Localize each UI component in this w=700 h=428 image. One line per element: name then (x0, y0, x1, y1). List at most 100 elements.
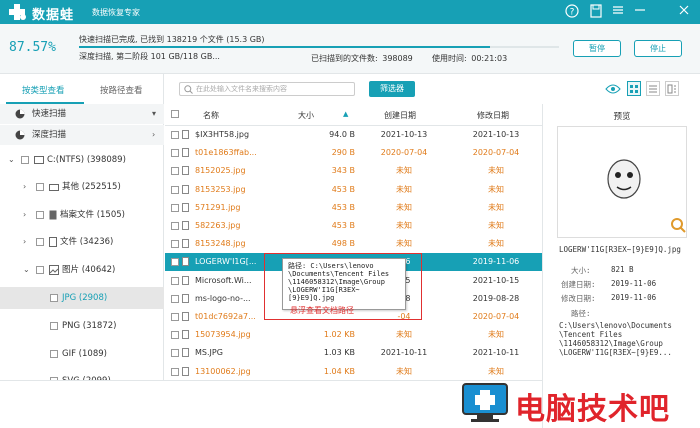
quick-scan-status: 快速扫描已完成, 已找到 138219 个文件 (15.3 GB) (79, 35, 265, 44)
chevron-down-icon[interactable]: ⌄ (8, 150, 15, 170)
table-row[interactable]: 8153248.jpg 498 B 未知 未知 (165, 235, 542, 253)
eye-icon[interactable] (605, 83, 621, 95)
image-file-icon (182, 366, 189, 376)
checkbox[interactable] (171, 331, 179, 340)
search-input[interactable]: 在此处输入文件名来搜索内容 (179, 82, 355, 96)
tree-item-label: C:(NTFS) (398089) (47, 155, 126, 165)
file-size: 453 B (331, 221, 355, 230)
table-row[interactable]: t01e1863ffab... 290 B 2020-07-04 2020-07-04 (165, 144, 542, 162)
col-size[interactable]: 大小 (298, 110, 314, 121)
path-tooltip: 路径: C:\Users\lenovo \Documents\Tencent F… (282, 258, 406, 310)
checkbox[interactable] (171, 349, 179, 358)
app-name: 数据蛙 (32, 8, 75, 23)
table-row[interactable]: 582263.jpg 453 B 未知 未知 (165, 217, 542, 235)
checkbox[interactable] (171, 313, 179, 321)
col-created[interactable]: 创建日期 (384, 110, 416, 121)
tab-by-path[interactable]: 按路径查看 (100, 84, 143, 96)
table-row[interactable]: 571291.jpg 453 B 未知 未知 (165, 199, 542, 217)
tree-item-png[interactable]: PNG (31872) (0, 316, 164, 336)
stop-button[interactable]: 停止 (634, 40, 682, 57)
table-row[interactable]: $IX3HT58.jpg 94.0 B 2021-10-13 2021-10-13 (165, 126, 542, 144)
checkbox[interactable] (171, 203, 179, 212)
file-created: 未知 (396, 366, 412, 376)
col-modified[interactable]: 修改日期 (477, 110, 509, 121)
chevron-down-icon[interactable]: ⌄ (23, 260, 30, 280)
file-name: 13100062.jpg (195, 366, 251, 376)
checkbox[interactable] (171, 367, 179, 376)
quick-scan-section[interactable]: 快速扫描 ▾ (0, 104, 164, 124)
checkbox[interactable] (171, 258, 179, 267)
checkbox[interactable] (36, 266, 44, 274)
image-icon (49, 265, 59, 275)
sort-asc-icon[interactable]: ▲ (343, 110, 348, 118)
files-found: 已扫描到的文件数: 398089 (311, 54, 413, 63)
chevron-right-icon[interactable]: › (23, 232, 26, 252)
file-name: 582263.jpg (195, 221, 241, 230)
checkbox[interactable] (171, 294, 179, 303)
tree-item-archive[interactable]: › 档案文件 (1505) (0, 205, 164, 225)
file-modified: 未知 (488, 202, 504, 212)
preview-title: 预览 (613, 112, 631, 122)
filter-button[interactable]: 筛选器 (369, 81, 415, 97)
image-file-icon (182, 148, 189, 158)
checkbox[interactable] (171, 276, 179, 285)
svg-text:?: ? (570, 8, 575, 18)
quick-scan-label: 快速扫描 (32, 109, 67, 119)
checkbox[interactable] (171, 167, 179, 176)
file-modified: 未知 (488, 221, 504, 230)
file-modified: 2021-10-15 (472, 275, 520, 285)
image-file-icon (182, 275, 189, 285)
file-modified: 2020-07-04 (472, 148, 520, 158)
checkbox[interactable] (171, 149, 179, 158)
checkbox[interactable] (50, 322, 58, 330)
file-created: 未知 (396, 202, 412, 212)
checkbox[interactable] (21, 156, 29, 164)
checkbox[interactable] (171, 222, 179, 230)
select-all-checkbox[interactable] (171, 110, 179, 118)
deep-scan-status: 深度扫描, 第二阶段 101 GB/118 GB... (79, 52, 220, 61)
checkbox[interactable] (36, 238, 44, 246)
table-row[interactable]: MS.JPG 1.03 KB 2021-10-11 2021-10-11 (165, 344, 542, 362)
checkbox[interactable] (171, 131, 179, 139)
tree-item-gif[interactable]: GIF (1089) (0, 344, 164, 364)
image-file-icon (182, 184, 189, 194)
image-file-icon (182, 202, 189, 212)
scan-progress-bar (79, 46, 559, 48)
pause-button[interactable]: 暂停 (573, 40, 621, 57)
tab-by-type[interactable]: 按类型查看 (22, 84, 65, 96)
pie-icon (15, 109, 25, 119)
chevron-right-icon[interactable]: › (23, 177, 26, 197)
col-name[interactable]: 名称 (203, 110, 219, 121)
file-modified: 2021-10-13 (472, 130, 520, 139)
file-size: 453 B (331, 184, 355, 194)
tree-item-document[interactable]: › 文件 (34236) (0, 232, 164, 252)
table-row[interactable]: 8153253.jpg 453 B 未知 未知 (165, 181, 542, 199)
detail-view-icon[interactable] (665, 81, 679, 96)
deep-scan-section[interactable]: 深度扫描 › (0, 125, 164, 145)
zoom-icon[interactable] (670, 217, 686, 233)
close-icon[interactable] (676, 4, 692, 20)
help-icon[interactable]: ? (564, 4, 580, 20)
tree-item-label: 文件 (34236) (60, 237, 114, 247)
modified-value: 2019-11-06 (611, 293, 657, 302)
checkbox[interactable] (50, 350, 58, 358)
chevron-right-icon[interactable]: › (23, 205, 26, 225)
minimize-icon[interactable] (632, 4, 648, 20)
checkbox[interactable] (50, 294, 58, 302)
checkbox[interactable] (36, 183, 44, 191)
tree-item-jpg[interactable]: JPG (2908) (0, 287, 164, 309)
table-row[interactable]: 8152025.jpg 343 B 未知 未知 (165, 162, 542, 180)
checkbox[interactable] (171, 185, 179, 194)
file-modified: 2021-10-11 (472, 348, 520, 358)
checkbox[interactable] (36, 211, 44, 219)
menu-icon[interactable] (610, 4, 626, 20)
checkbox[interactable] (171, 240, 179, 249)
grid-view-icon[interactable] (627, 81, 641, 96)
list-view-icon[interactable] (646, 81, 660, 96)
file-name: 8153248.jpg (195, 239, 246, 249)
save-icon[interactable] (588, 4, 604, 20)
tree-item-drive[interactable]: ⌄ C:(NTFS) (398089) (0, 150, 164, 170)
table-row[interactable]: 15073954.jpg 1.02 KB 未知 未知 (165, 326, 542, 344)
tree-item-other[interactable]: › 其他 (252515) (0, 177, 164, 197)
tree-item-images[interactable]: ⌄ 图片 (40642) (0, 260, 164, 280)
